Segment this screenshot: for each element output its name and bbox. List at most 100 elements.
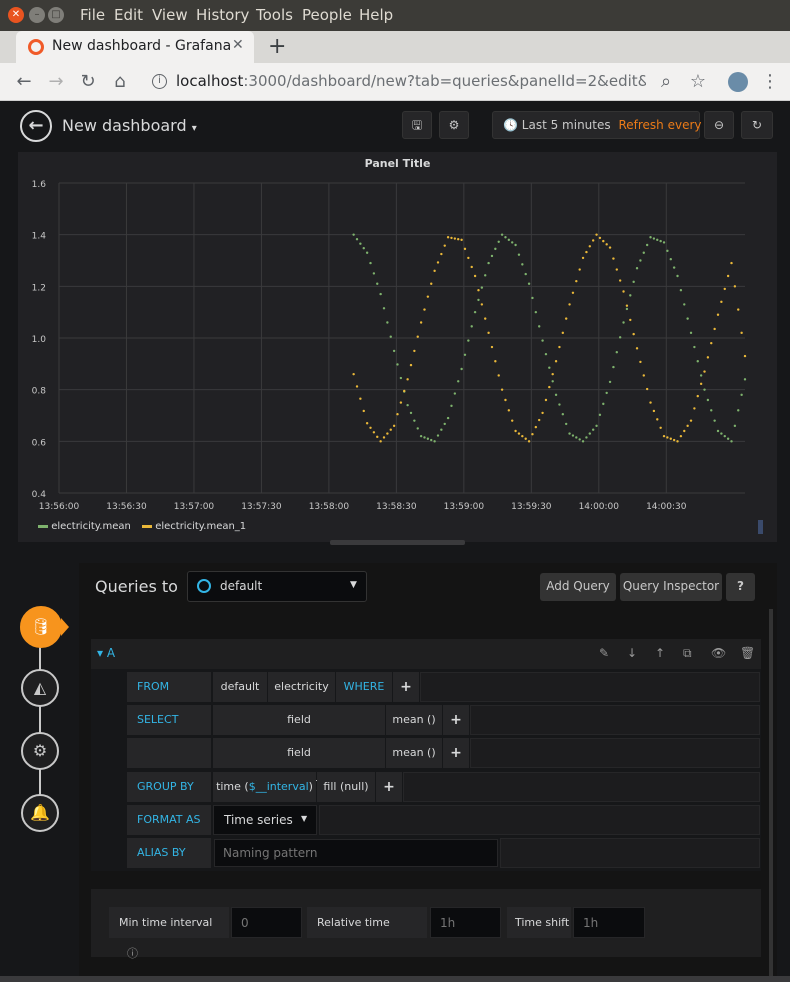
move-down-icon[interactable]: ↓ [627, 646, 637, 660]
series-2-point [693, 407, 696, 410]
pencil-icon[interactable]: ✎ [599, 646, 609, 660]
alias-by-input[interactable] [214, 839, 498, 867]
menu-edit[interactable]: Edit [114, 6, 143, 24]
group-by-time-segment[interactable]: time ($__interval) [213, 772, 316, 802]
min-interval-input[interactable] [231, 907, 302, 938]
series-1-point [588, 432, 592, 435]
menu-history[interactable]: History [196, 6, 249, 24]
select-fn-segment-1[interactable]: mean () [386, 705, 442, 735]
close-window-button[interactable]: ✕ [8, 7, 24, 23]
relative-time-input[interactable] [430, 907, 501, 938]
select-fn-segment-2[interactable]: mean () [386, 738, 442, 768]
browser-tab[interactable]: New dashboard - Grafana ✕ [16, 31, 254, 63]
series-2-point [558, 345, 561, 349]
eye-icon[interactable]: 👁 [711, 646, 726, 660]
bookmark-star-icon[interactable]: ☆ [688, 72, 708, 92]
menu-tools[interactable]: Tools [256, 6, 293, 24]
select-add-button-1[interactable]: + [443, 705, 469, 735]
duplicate-icon[interactable]: ⧉ [683, 646, 692, 661]
series-2-point [666, 436, 669, 439]
home-icon[interactable]: ⌂ [110, 72, 130, 92]
refresh-button[interactable]: ↻ [741, 111, 773, 139]
visualization-step-button[interactable]: ◭ [21, 669, 59, 707]
series-2-point [551, 372, 554, 376]
dashboard-title[interactable]: New dashboard ▾ [62, 116, 197, 135]
series-1-point [645, 243, 649, 247]
series-2-point [578, 268, 581, 271]
format-as-select[interactable]: Time series ▼ [213, 805, 317, 835]
group-by-fill-segment[interactable]: fill (null) [317, 772, 375, 802]
alert-step-button[interactable]: 🔔 [21, 794, 59, 832]
legend-item-series-2[interactable]: electricity.mean_1 [155, 521, 246, 532]
minimize-window-button[interactable]: – [29, 7, 45, 23]
series-2-point [524, 437, 527, 440]
help-button[interactable]: ? [726, 573, 755, 601]
series-1-point [602, 402, 605, 406]
info-icon[interactable]: i [152, 74, 167, 89]
panel-resize-handle[interactable] [758, 520, 763, 534]
general-step-button[interactable]: ⚙ [21, 732, 59, 770]
dashboard-settings-button[interactable]: ⚙ [439, 111, 469, 139]
select-add-button-2[interactable]: + [443, 738, 469, 768]
info-circle-icon[interactable]: ⓘ [127, 947, 138, 960]
profile-avatar[interactable] [728, 72, 748, 92]
series-1-point [416, 427, 419, 430]
y-tick-label: 1.6 [32, 180, 47, 190]
series-1-point [477, 298, 480, 302]
move-up-icon[interactable]: ↑ [655, 646, 665, 660]
editor-scrollbar[interactable] [769, 609, 773, 977]
series-1-point [419, 434, 423, 438]
back-to-dashboard-icon[interactable]: ← [20, 110, 52, 142]
trash-icon[interactable]: 🗑 [740, 646, 755, 660]
series-2-point [713, 327, 716, 331]
url-field[interactable]: localhost:3000/dashboard/new?tab=queries… [176, 72, 646, 92]
group-by-add-button[interactable]: + [376, 772, 402, 802]
menu-help[interactable]: Help [359, 6, 393, 24]
where-add-button[interactable]: + [393, 672, 419, 702]
time-shift-input[interactable] [573, 907, 645, 938]
reload-icon[interactable]: ↻ [78, 72, 98, 92]
series-2-point [743, 354, 747, 358]
query-editor: Queries to default ▼ Add Query Query Ins… [79, 563, 777, 982]
menu-people[interactable]: People [302, 6, 352, 24]
select-field-segment-1[interactable]: field (electricityPowerReceived) [213, 705, 385, 756]
forward-arrow-icon[interactable]: → [46, 72, 66, 92]
zoom-out-icon: ⊖ [713, 118, 725, 132]
url-host: localhost [176, 72, 244, 90]
bottom-scrollbar[interactable] [0, 976, 790, 982]
series-2-point [416, 335, 419, 338]
menu-view[interactable]: View [152, 6, 188, 24]
queries-step-button[interactable]: 🛢 [20, 606, 62, 648]
menu-file[interactable]: File [80, 6, 105, 24]
series-2-point [467, 256, 470, 260]
zoom-out-button[interactable]: ⊖ [704, 111, 734, 139]
series-1-point [676, 274, 679, 278]
series-2-point [507, 409, 511, 412]
back-arrow-icon[interactable]: ← [14, 72, 34, 92]
query-row-toggle[interactable]: ▾ A [97, 646, 115, 660]
add-query-button[interactable]: Add Query [540, 573, 616, 601]
menu-kebab-icon[interactable]: ⋮ [760, 72, 780, 92]
series-2-point [399, 401, 403, 404]
series-2-point [457, 237, 460, 241]
series-2-point [423, 308, 426, 311]
legend-item-series-1[interactable]: electricity.mean [51, 521, 131, 532]
new-tab-icon[interactable]: + [268, 34, 286, 59]
zoom-icon[interactable]: ⌕ [656, 72, 676, 92]
series-2-point [686, 424, 689, 428]
datasource-picker[interactable]: default ▼ [187, 571, 367, 602]
series-2-point [534, 425, 538, 429]
series-2-point [352, 372, 355, 376]
query-inspector-button[interactable]: Query Inspector [620, 573, 722, 601]
select-field-segment-2[interactable]: field (electricityPowerReturned) [213, 738, 385, 789]
series-1-point [683, 303, 686, 306]
save-dashboard-button[interactable]: 🖫 [402, 111, 432, 139]
from-database-segment[interactable]: default [213, 672, 267, 702]
maximize-window-button[interactable]: □ [48, 7, 64, 23]
close-tab-icon[interactable]: ✕ [232, 37, 244, 53]
time-picker-button[interactable]: 🕓 Last 5 minutes Refresh every 5s [492, 111, 719, 139]
from-measurement-segment[interactable]: electricity [268, 672, 335, 702]
legend-swatch-yellow [142, 524, 152, 528]
panel-split-handle[interactable] [330, 540, 465, 545]
time-series-chart[interactable]: 1.6 1.4 1.2 1.0 0.8 0.6 0.4 13:56:00 13:56:30 13:… [18, 152, 777, 542]
